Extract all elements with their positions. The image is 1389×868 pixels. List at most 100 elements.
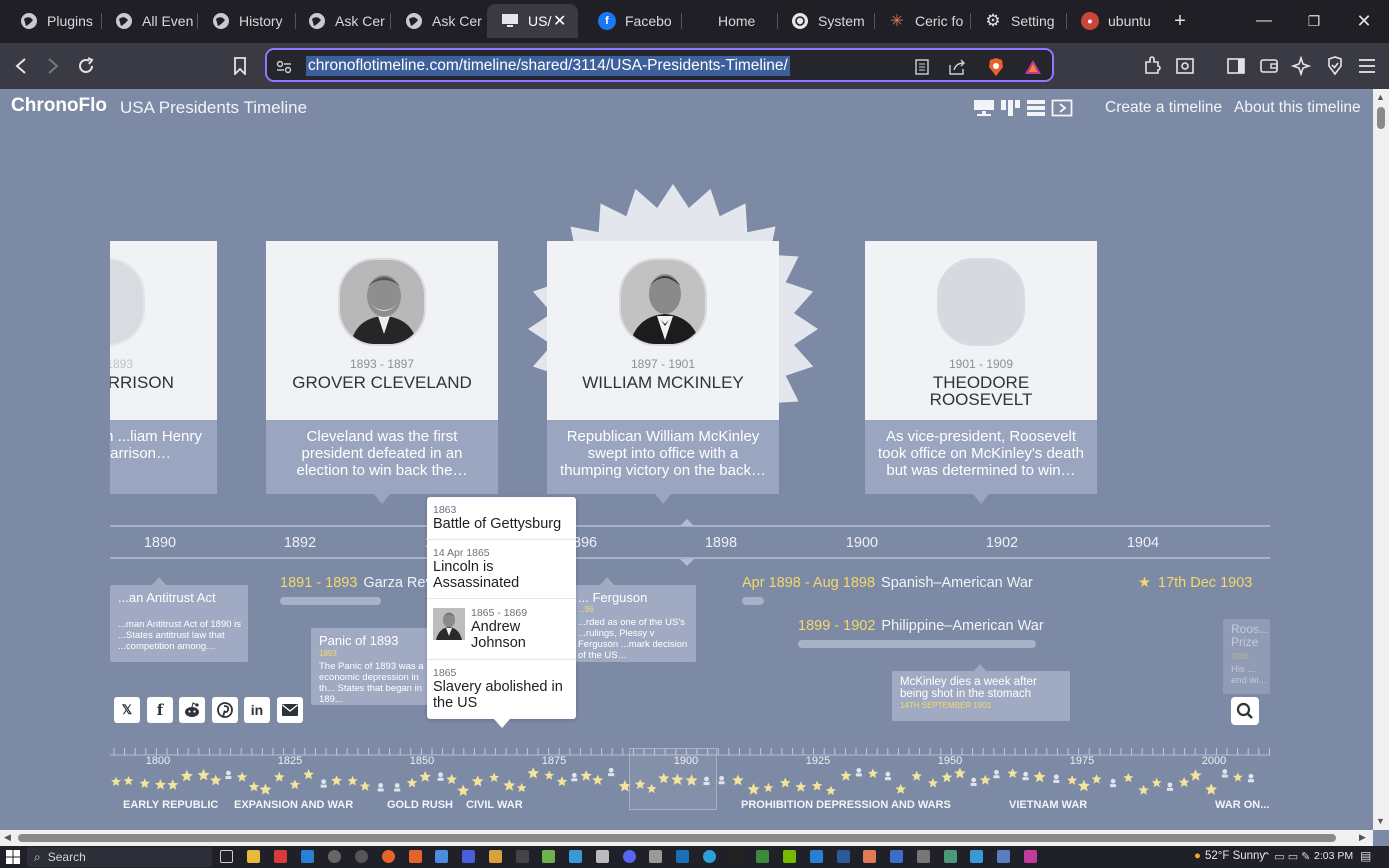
share-reddit-button[interactable] xyxy=(179,697,205,723)
president-card-grover-cleveland[interactable]: 1893 - 1897 GROVER CLEVELAND Cleveland w… xyxy=(266,241,498,504)
popup-item-lincoln-assassinated[interactable]: 14 Apr 1865 Lincoln is Assassinated xyxy=(433,547,573,591)
app-icon[interactable] xyxy=(997,850,1010,863)
app-icon[interactable] xyxy=(810,850,823,863)
notification-icon[interactable]: ▤ xyxy=(1360,849,1371,863)
share-x-button[interactable]: 𝕏 xyxy=(114,697,140,723)
tab-plugins[interactable]: Plugins xyxy=(6,4,98,38)
era-label[interactable]: EARLY REPUBLIC xyxy=(123,799,218,811)
period-spanish-american-war[interactable]: Apr 1898 - Aug 1898 Spanish–American War xyxy=(742,575,1033,591)
sidebar-icon[interactable] xyxy=(1221,51,1251,81)
reload-button[interactable] xyxy=(71,51,101,81)
tab-ceric[interactable]: ✳ Ceric fo xyxy=(874,4,966,38)
share-linkedin-button[interactable]: in xyxy=(244,697,270,723)
new-tab-button[interactable]: + xyxy=(1165,8,1195,34)
horizontal-scroll-thumb[interactable] xyxy=(18,834,1336,842)
share-email-button[interactable] xyxy=(277,697,303,723)
period-philippine-american-war[interactable]: 1899 - 1902 Philippine–American War xyxy=(798,618,1044,634)
edge-icon[interactable] xyxy=(703,850,716,863)
timeline-view-icon[interactable] xyxy=(973,98,995,118)
tab-ask-ceric-1[interactable]: Ask Cer xyxy=(294,4,386,38)
popup-item-andrew-johnson[interactable]: 1865 - 1869 Andrew Johnson xyxy=(471,607,571,651)
tab-ubuntu[interactable]: ● ubuntu xyxy=(1067,4,1159,38)
nvidia-icon[interactable] xyxy=(783,850,796,863)
era-label[interactable]: CIVIL WAR xyxy=(466,799,523,811)
steam-icon[interactable] xyxy=(676,850,689,863)
about-timeline-link[interactable]: About this timeline xyxy=(1234,99,1361,117)
share-pinterest-button[interactable] xyxy=(212,697,238,723)
era-label[interactable]: VIETNAM WAR xyxy=(1009,799,1087,811)
app-icon[interactable] xyxy=(944,850,957,863)
brave-shields-icon[interactable] xyxy=(985,56,1007,78)
app-icon[interactable] xyxy=(542,850,555,863)
tab-all-events[interactable]: All Even xyxy=(101,4,193,38)
era-label[interactable]: PROHIBITION DEPRESSION AND WARS xyxy=(741,799,951,811)
site-settings-icon[interactable] xyxy=(273,56,295,78)
system-tray-icons[interactable]: ⌃ ▭ ▭ ✎ xyxy=(1262,850,1310,863)
tab-ask-ceric-2[interactable]: Ask Cer xyxy=(391,4,483,38)
app-icon[interactable] xyxy=(435,850,448,863)
app-icon[interactable] xyxy=(489,850,502,863)
timeline-search-button[interactable] xyxy=(1231,697,1259,725)
scroll-up-icon[interactable]: ▲ xyxy=(1376,92,1385,102)
brave-rewards-icon[interactable] xyxy=(1022,56,1044,78)
app-icon[interactable] xyxy=(890,850,903,863)
reader-mode-icon[interactable] xyxy=(911,56,933,78)
app-icon[interactable] xyxy=(1024,850,1037,863)
windows-start-icon[interactable] xyxy=(6,850,20,864)
popup-item-slavery-abolished[interactable]: 1865 Slavery abolished in the US xyxy=(433,667,573,711)
claude-app-icon[interactable] xyxy=(863,850,876,863)
period-garza-revolution[interactable]: 1891 - 1893 Garza Rev xyxy=(280,575,433,591)
app-icon[interactable] xyxy=(274,850,287,863)
close-window-icon[interactable]: ✕ xyxy=(1349,8,1379,34)
brave-taskbar-icon[interactable] xyxy=(409,850,422,863)
minimize-icon[interactable]: — xyxy=(1249,8,1279,34)
close-tab-icon[interactable]: ✕ xyxy=(553,11,566,31)
tab-usa-presidents[interactable]: US/ ✕ xyxy=(487,4,578,38)
era-label[interactable]: GOLD RUSH xyxy=(387,799,453,811)
event-panic-of-1893[interactable]: Panic of 1893 1893 The Panic of 1893 was… xyxy=(311,628,429,705)
vertical-scroll-thumb[interactable] xyxy=(1377,107,1385,129)
scroll-right-icon[interactable]: ▶ xyxy=(1359,832,1366,843)
share-icon[interactable] xyxy=(947,56,969,78)
app-icon[interactable] xyxy=(756,850,769,863)
tab-system[interactable]: System xyxy=(777,4,869,38)
app-icon[interactable] xyxy=(301,850,314,863)
app-icon[interactable] xyxy=(355,850,368,863)
settings-app-icon[interactable] xyxy=(328,850,341,863)
app-icon[interactable] xyxy=(462,850,475,863)
app-icon[interactable] xyxy=(917,850,930,863)
grid-view-icon[interactable] xyxy=(999,98,1021,118)
app-icon[interactable] xyxy=(516,850,529,863)
period-bar[interactable] xyxy=(798,640,1036,648)
era-label[interactable]: EXPANSION AND WAR xyxy=(234,799,353,811)
share-facebook-button[interactable]: f xyxy=(147,697,173,723)
address-bar[interactable]: chronoflotimeline.com/timeline/shared/31… xyxy=(265,48,1054,82)
presentation-view-icon[interactable] xyxy=(1051,98,1073,118)
app-icon[interactable] xyxy=(970,850,983,863)
url-text[interactable]: chronoflotimeline.com/timeline/shared/31… xyxy=(306,56,790,76)
task-view-icon[interactable] xyxy=(220,850,233,863)
tab-settings[interactable]: ⚙ Setting xyxy=(970,4,1062,38)
era-label[interactable]: WAR ON... xyxy=(1215,799,1269,811)
period-bar[interactable] xyxy=(742,597,764,605)
event-plessy-v-ferguson[interactable]: ... Ferguson ...96 ...rded as one of the… xyxy=(576,585,696,662)
event-sherman-antitrust-act[interactable]: ...an Antitrust Act ...man Antitrust Act… xyxy=(110,585,248,662)
scroll-left-icon[interactable]: ◀ xyxy=(4,832,11,843)
leo-ai-icon[interactable] xyxy=(1286,51,1316,81)
popup-item-gettysburg[interactable]: 1863 Battle of Gettysburg xyxy=(433,504,573,532)
president-card-theodore-roosevelt[interactable]: 1901 - 1909 THEODORE ROOSEVELT As vice-p… xyxy=(865,241,1097,504)
file-explorer-icon[interactable] xyxy=(247,850,260,863)
back-button[interactable] xyxy=(6,51,36,81)
app-icon[interactable] xyxy=(596,850,609,863)
event-roosevelt-nobel-prize[interactable]: Roos... Prize 1906 His ... end wi... xyxy=(1223,619,1270,694)
create-timeline-link[interactable]: Create a timeline xyxy=(1105,99,1222,117)
bookmark-icon[interactable] xyxy=(225,51,255,81)
discord-icon[interactable] xyxy=(623,850,636,863)
tab-facebook[interactable]: f Facebo xyxy=(584,4,676,38)
period-bar[interactable] xyxy=(280,597,381,605)
restore-icon[interactable]: ❐ xyxy=(1299,8,1329,34)
tiktok-icon[interactable] xyxy=(729,850,742,863)
taskbar-clock[interactable]: 2:03 PM xyxy=(1314,850,1353,862)
menu-icon[interactable] xyxy=(1352,51,1382,81)
overview-viewport-window[interactable] xyxy=(629,748,717,810)
